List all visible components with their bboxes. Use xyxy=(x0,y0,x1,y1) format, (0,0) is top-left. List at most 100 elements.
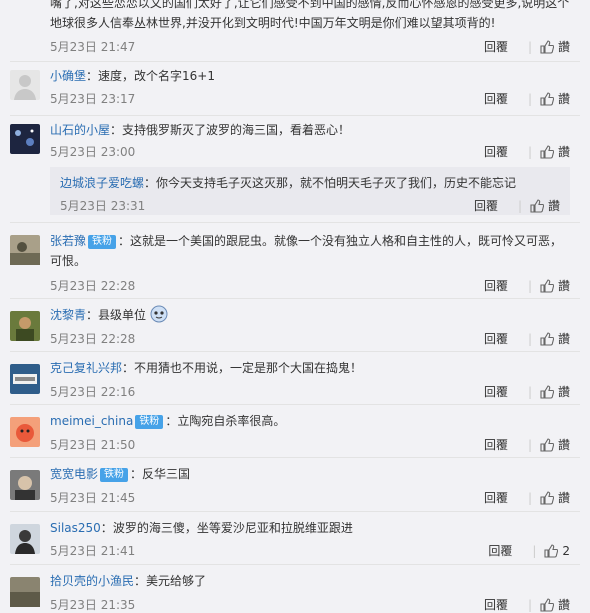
thumb-up-icon xyxy=(540,437,554,452)
like-label: 讚 xyxy=(557,598,570,612)
comment-author[interactable]: 小确堡 xyxy=(50,69,86,83)
like-button[interactable]: 讚 xyxy=(530,197,560,214)
reply-button[interactable]: 回覆 xyxy=(484,489,528,506)
comment-date: 5月23日 21:45 xyxy=(50,491,136,505)
comment-item: 沈黎青：县级单位 5月23日 22:28 回覆 | 讚 xyxy=(0,299,590,351)
sub-reply: 边城浪子爱吃螺：你今天支持毛子灭这灭那，就不怕明天毛子灭了我们，历史不能忘记 5… xyxy=(50,167,570,215)
like-button[interactable]: 2 xyxy=(544,544,570,558)
avatar-image xyxy=(15,129,34,146)
reply-button[interactable]: 回覆 xyxy=(484,143,528,160)
reply-button[interactable]: 回覆 xyxy=(484,330,528,347)
comment-author[interactable]: 山石的小屋 xyxy=(50,123,110,137)
comment-author[interactable]: meimei_china xyxy=(50,414,133,428)
comment-author[interactable]: 沈黎青 xyxy=(50,308,86,322)
comment-text-line2: 地球很多人信奉丛林世界,并没开化到文明时代!中国万年文明是你们难以望其项背的! xyxy=(50,16,496,30)
comment-author[interactable]: 拾贝壳的小渔民 xyxy=(50,574,134,588)
comment-text-cont: 可恨。 xyxy=(50,254,87,268)
avatar[interactable] xyxy=(10,124,40,154)
reply-text: 你今天支持毛子灭这灭那，就不怕明天毛子灭了我们，历史不能忘记 xyxy=(156,176,517,190)
comment-item: 拾贝壳的小渔民：美元给够了 5月23日 21:35 回覆 | 讚 xyxy=(0,565,590,612)
avatar[interactable] xyxy=(10,364,40,394)
comment-text: 县级单位 xyxy=(98,308,147,322)
reply-actions: 回覆 | 讚 xyxy=(473,197,560,214)
avatar[interactable] xyxy=(10,70,40,100)
comment-actions: 回覆 | 讚 xyxy=(483,330,570,347)
like-button[interactable]: 讚 xyxy=(540,383,570,400)
comment-author[interactable]: 克己复礼兴邦 xyxy=(50,361,122,375)
like-button[interactable]: 讚 xyxy=(540,90,570,107)
avatar-image xyxy=(16,317,34,341)
reply-button[interactable]: 回覆 xyxy=(474,197,518,214)
comment-partial: 嘴了,对这些恋恋以文的国们太好了,让它们感受不到中国的感情,反而心怀感恩的感受更… xyxy=(0,0,590,60)
comment-author[interactable]: Silas250 xyxy=(50,521,101,535)
reply-button[interactable]: 回覆 xyxy=(484,277,528,294)
avatar-image xyxy=(10,242,40,265)
reply-button[interactable]: 回覆 xyxy=(484,383,528,400)
comment-author[interactable]: 张若豫 xyxy=(50,234,86,248)
comment-date: 5月23日 22:28 xyxy=(50,279,136,293)
reply-button[interactable]: 回覆 xyxy=(488,542,532,559)
comment-actions: 回覆 | 讚 xyxy=(483,383,570,400)
thumb-up-icon xyxy=(540,597,554,612)
comment-actions: 回覆 | 讚 xyxy=(483,277,570,294)
comment-actions: 回覆 | 讚 xyxy=(483,436,570,453)
comment-author[interactable]: 宽宽电影 xyxy=(50,467,98,481)
thumb-up-icon xyxy=(540,144,554,159)
avatar[interactable] xyxy=(10,417,40,447)
comment-actions: 回覆 | 2 xyxy=(488,542,570,559)
comment-actions: 回覆 | 讚 xyxy=(483,143,570,160)
comment-item: 山石的小屋：支持俄罗斯灭了波罗的海三国，看着恶心！ 5月23日 23:00 回覆… xyxy=(0,116,590,168)
avatar-image xyxy=(16,424,34,442)
like-label: 讚 xyxy=(557,279,570,293)
avatar[interactable] xyxy=(10,577,40,607)
comment-date: 5月23日 21:50 xyxy=(50,438,136,452)
default-avatar-icon xyxy=(14,75,36,100)
avatar[interactable] xyxy=(10,235,40,265)
reply-button[interactable]: 回覆 xyxy=(484,90,528,107)
reply-author[interactable]: 边城浪子爱吃螺 xyxy=(60,176,144,190)
comment-item: 小确堡：速度，改个名字16+1 5月23日 23:17 回覆 | 讚 xyxy=(0,62,590,114)
fan-badge: 铁粉 xyxy=(88,235,117,249)
comment-item: 宽宽电影 铁粉 ：反华三国 5月23日 21:45 回覆 | 讚 xyxy=(0,458,590,510)
like-label: 讚 xyxy=(547,199,560,213)
comment-actions: 回覆 | 讚 xyxy=(483,489,570,506)
avatar[interactable] xyxy=(10,470,40,500)
like-label: 讚 xyxy=(557,40,570,54)
like-label: 讚 xyxy=(557,332,570,346)
avatar[interactable] xyxy=(10,311,40,341)
comment-text: 反华三国 xyxy=(142,467,191,481)
comment-actions: 回覆 | 讚 xyxy=(483,38,570,55)
thumb-up-icon xyxy=(540,384,554,399)
like-button[interactable]: 讚 xyxy=(540,330,570,347)
like-label: 讚 xyxy=(557,438,570,452)
comment-date: 5月23日 21:41 xyxy=(50,544,136,558)
thumb-up-icon xyxy=(530,198,544,213)
comment-panel: 嘴了,对这些恋恋以文的国们太好了,让它们感受不到中国的感情,反而心怀感恩的感受更… xyxy=(0,0,590,612)
like-label: 讚 xyxy=(557,145,570,159)
comment-item: meimei_china 铁粉 ：立陶宛自杀率很高。 5月23日 21:50 回覆 … xyxy=(0,405,590,457)
comment-date: 5月23日 22:16 xyxy=(50,385,136,399)
reply-button[interactable]: 回覆 xyxy=(484,436,528,453)
avatar-image xyxy=(15,530,35,554)
like-label: 讚 xyxy=(557,385,570,399)
comment-item: Silas250：波罗的海三傻，坐等爱沙尼亚和拉脱维亚跟进 5月23日 21:4… xyxy=(0,512,590,564)
thumb-up-icon xyxy=(540,39,554,54)
thumb-up-icon xyxy=(540,91,554,106)
like-count: 2 xyxy=(562,543,570,558)
like-button[interactable]: 讚 xyxy=(540,277,570,294)
comment-text: 速度，改个名字16+1 xyxy=(98,69,215,83)
like-button[interactable]: 讚 xyxy=(540,38,570,55)
like-button[interactable]: 讚 xyxy=(540,143,570,160)
reply-button[interactable]: 回覆 xyxy=(484,38,528,55)
comment-actions: 回覆 | 讚 xyxy=(483,90,570,107)
thumb-up-icon xyxy=(544,543,559,558)
like-button[interactable]: 讚 xyxy=(540,596,570,613)
comment-date: 5月23日 23:00 xyxy=(50,145,136,159)
thumb-up-icon xyxy=(540,331,554,346)
like-button[interactable]: 讚 xyxy=(540,489,570,506)
avatar[interactable] xyxy=(10,524,40,554)
comment-item: 克己复礼兴邦：不用猜也不用说，一定是那个大国在捣鬼！ 5月23日 22:16 回… xyxy=(0,352,590,404)
reply-button[interactable]: 回覆 xyxy=(484,596,528,613)
avatar-image xyxy=(15,476,35,500)
like-button[interactable]: 讚 xyxy=(540,436,570,453)
